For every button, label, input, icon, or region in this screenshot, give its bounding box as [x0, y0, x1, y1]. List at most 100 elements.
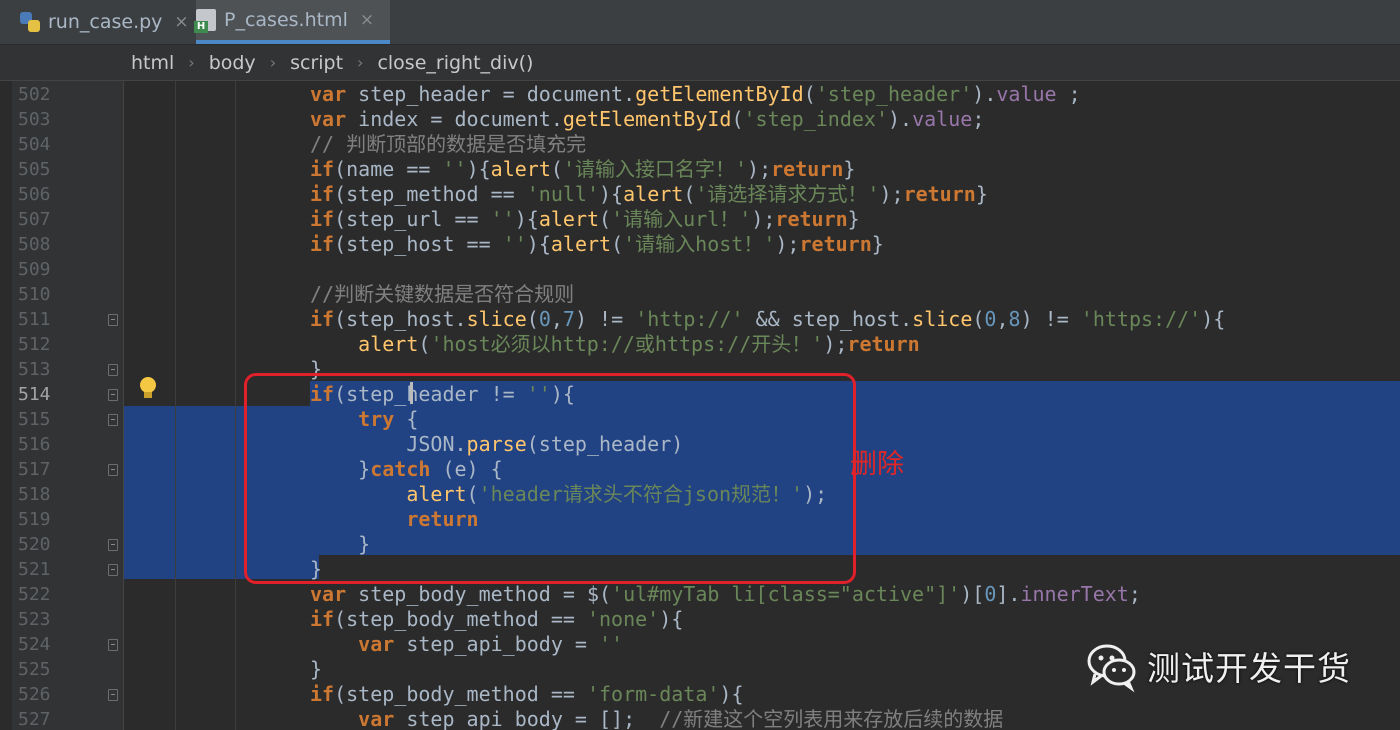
code-token: return [847, 332, 920, 356]
code-token: '' [442, 157, 467, 181]
code-token: ( [731, 107, 744, 131]
code-line[interactable]: if(step_url == ''){alert('请输入url！');retu… [310, 207, 860, 232]
code-token: '' [502, 232, 527, 256]
code-token: == [478, 182, 527, 206]
code-line[interactable]: if(step_host.slice(0,7) != 'http://' && … [310, 307, 1225, 332]
code-token: ( [334, 207, 347, 231]
line-number: 507 [18, 209, 51, 230]
code-token: ( [334, 232, 347, 256]
close-icon[interactable]: × [360, 10, 374, 30]
line-number: 511 [18, 309, 51, 330]
line-number: 510 [18, 284, 51, 305]
code-line[interactable]: // 判断顶部的数据是否填充完 [310, 132, 586, 157]
code-token: '' [599, 632, 624, 656]
line-number: 516 [18, 434, 51, 455]
code-line[interactable]: var step_body_method = $('ul#myTab li[cl… [310, 582, 1141, 607]
code-token: ){ [719, 682, 744, 706]
fold-marker-icon[interactable] [108, 689, 118, 701]
code-token: step_host [346, 232, 455, 256]
breadcrumb-item-body[interactable]: body [209, 52, 256, 74]
code-token: != [587, 307, 636, 331]
code-token: 8 [1008, 307, 1021, 331]
code-token: ( [611, 232, 624, 256]
code-token: alert [490, 157, 551, 181]
code-line[interactable]: //判断关键数据是否符合规则 [310, 282, 574, 307]
code-line[interactable]: if(step_method == 'null'){alert('请选择请求方式… [310, 182, 988, 207]
code-token: 0 [984, 582, 997, 606]
fold-marker-icon[interactable] [108, 364, 118, 376]
code-line[interactable]: var step_api_body = []; //新建这个空列表用来存放后续的… [310, 707, 1003, 730]
fold-marker-icon[interactable] [108, 314, 118, 326]
code-token: if [310, 207, 335, 231]
code-token: == [442, 207, 491, 231]
fold-marker-icon[interactable] [108, 389, 118, 401]
code-line[interactable]: if(step_host == ''){alert('请输入host！');re… [310, 232, 884, 257]
code-token: ; [1128, 582, 1141, 606]
code-token: step_api_body [406, 632, 563, 656]
code-line[interactable]: if(name == ''){alert('请输入接口名字！');return} [310, 157, 855, 182]
code-token: '请输入host！' [623, 232, 776, 256]
line-number: 509 [18, 259, 51, 280]
line-number: 506 [18, 184, 51, 205]
code-token: , [550, 307, 563, 331]
line-number: 521 [18, 559, 51, 580]
code-token: ; [1056, 82, 1081, 106]
breadcrumb-item-function[interactable]: close_right_div() [377, 52, 533, 74]
code-token: ). [888, 107, 913, 131]
line-number: 518 [18, 484, 51, 505]
code-token: ). [972, 82, 997, 106]
code-token: , [996, 307, 1009, 331]
code-token: ( [334, 682, 347, 706]
code-line[interactable]: var step_api_body = '' [310, 632, 623, 657]
code-line[interactable]: if(step_body_method == 'form-data'){ [310, 682, 744, 707]
code-token: 'host必须以http://或https://开头！' [430, 332, 824, 356]
code-token: step_api_body [406, 707, 563, 730]
code-line[interactable]: if(step_body_method == 'none'){ [310, 607, 683, 632]
code-token: step_url [346, 207, 443, 231]
code-token: var [310, 107, 347, 131]
code-token: ( [334, 607, 347, 631]
tab-run-case[interactable]: run_case.py × [20, 0, 190, 44]
code-token: '请输入url！' [611, 207, 752, 231]
line-number: 527 [18, 709, 51, 730]
code-token: if [310, 307, 335, 331]
code-token: step_body_method [346, 682, 539, 706]
code-token: ( [526, 307, 539, 331]
fold-marker-icon[interactable] [108, 539, 118, 551]
fold-marker-icon[interactable] [108, 414, 118, 426]
code-token: var [310, 82, 347, 106]
fold-marker-icon[interactable] [108, 564, 118, 576]
code-token: ( [599, 207, 612, 231]
code-token: name [346, 157, 395, 181]
code-token: == [394, 157, 443, 181]
code-line[interactable]: var step_header = document.getElementByI… [310, 82, 1081, 107]
code-token: 0 [984, 307, 997, 331]
breadcrumb-item-script[interactable]: script [290, 52, 343, 74]
code-token: ){ [599, 182, 624, 206]
code-line[interactable]: alert('host必须以http://或https://开头！');retu… [310, 332, 920, 357]
code-line[interactable]: } [310, 657, 322, 682]
code-token: if [310, 682, 335, 706]
close-icon[interactable]: × [174, 12, 188, 32]
breadcrumb-item-html[interactable]: html [131, 52, 174, 74]
code-token: '请输入接口名字！' [562, 157, 748, 181]
code-token: 'step_header' [815, 82, 973, 106]
wechat-icon [1085, 639, 1139, 693]
code-token: } [975, 182, 988, 206]
code-token: alert [623, 182, 684, 206]
tab-p-cases[interactable]: H P_cases.html × [194, 0, 390, 44]
code-line[interactable]: var index = document.getElementById('ste… [310, 107, 984, 132]
code-token: )[ [960, 582, 985, 606]
code-token: ]. [996, 582, 1021, 606]
editor-left-strip [0, 81, 12, 730]
code-token: ); [747, 157, 772, 181]
code-token: ( [334, 307, 347, 331]
line-number: 517 [18, 459, 51, 480]
code-editor[interactable]: 502 503 504 505 506 507 508 509 510 511 512 513 514 5… [0, 81, 1400, 730]
code-token: } [847, 207, 860, 231]
watermark: 测试开发干货 [1085, 639, 1351, 693]
code-token: ){ [1201, 307, 1226, 331]
fold-marker-icon[interactable] [108, 639, 118, 651]
fold-marker-icon[interactable] [108, 464, 118, 476]
